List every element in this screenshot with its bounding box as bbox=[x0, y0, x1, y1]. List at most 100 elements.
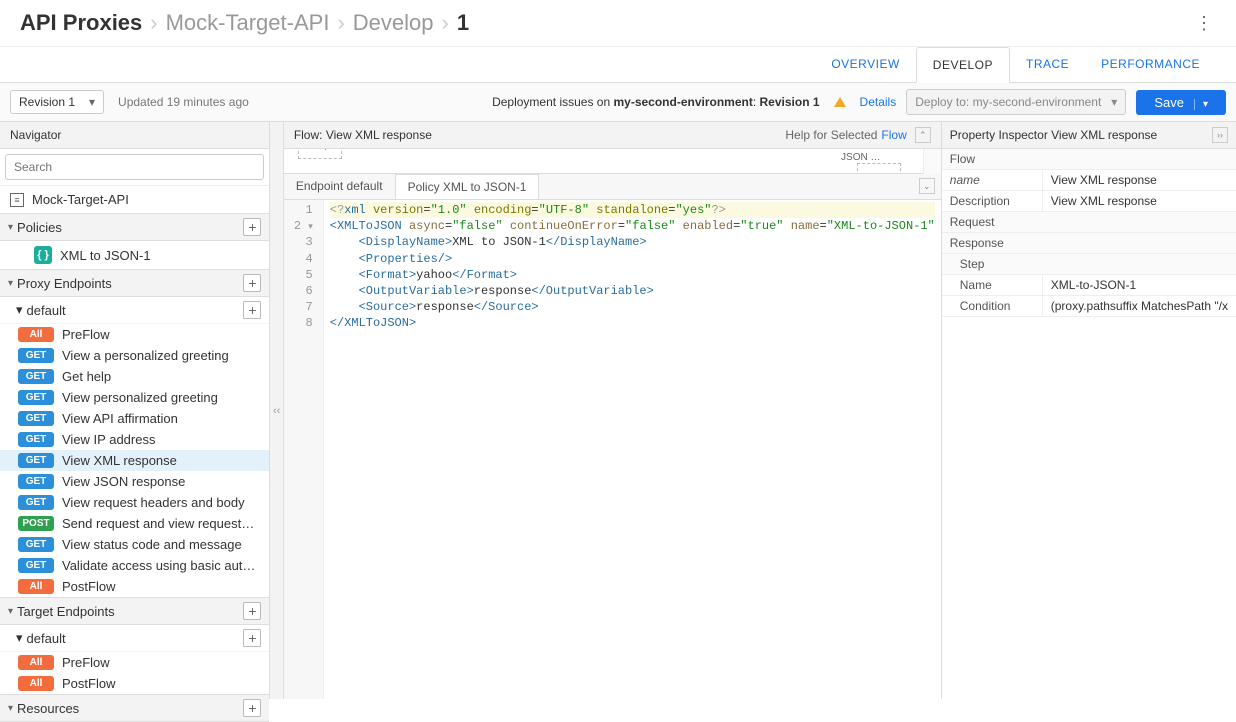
flow-label: View request headers and body bbox=[62, 495, 261, 510]
prop-name-key: name bbox=[942, 170, 1042, 190]
tab-overview[interactable]: OVERVIEW bbox=[815, 47, 915, 82]
breadcrumb-root[interactable]: API Proxies bbox=[20, 10, 142, 36]
target-endpoint-default[interactable]: ▾default + bbox=[0, 625, 269, 652]
collapse-code-button[interactable]: ⌄ bbox=[919, 178, 935, 194]
prop-condition-value[interactable]: (proxy.pathsuffix MatchesPath "/x bbox=[1042, 296, 1236, 316]
tab-develop[interactable]: DEVELOP bbox=[916, 47, 1010, 83]
flow-item[interactable]: GETView API affirmation bbox=[0, 408, 269, 429]
method-badge: GET bbox=[18, 432, 54, 447]
flow-item[interactable]: GETView IP address bbox=[0, 429, 269, 450]
caret-down-icon: ▾ bbox=[8, 222, 13, 233]
help-flow-link[interactable]: Flow bbox=[881, 128, 906, 142]
help-text: Help for SelectedFlow bbox=[785, 128, 906, 142]
flow-item[interactable]: GETView XML response bbox=[0, 450, 269, 471]
flow-editor: Flow: View XML response Help for Selecte… bbox=[284, 122, 942, 699]
method-badge: GET bbox=[18, 558, 54, 573]
last-updated-text: Updated 19 minutes ago bbox=[118, 95, 249, 109]
flow-item[interactable]: GETGet help bbox=[0, 366, 269, 387]
deployment-issue-text: Deployment issues on my-second-environme… bbox=[492, 95, 819, 109]
add-response-step-button[interactable]: +Step bbox=[298, 149, 342, 159]
flow-item[interactable]: All PreFlow bbox=[0, 324, 269, 345]
mode-tabs: OVERVIEW DEVELOP TRACE PERFORMANCE bbox=[0, 47, 1236, 83]
caret-down-icon: ▾ bbox=[8, 703, 13, 714]
save-button[interactable]: Save bbox=[1136, 90, 1226, 115]
method-badge: POST bbox=[18, 516, 54, 531]
proxy-endpoints-section[interactable]: ▾Proxy Endpoints + bbox=[0, 269, 269, 297]
revision-select[interactable]: Revision 1 bbox=[10, 90, 104, 114]
prop-step-name-value[interactable]: XML-to-JSON-1 bbox=[1042, 275, 1236, 295]
flow-item[interactable]: POST Send request and view request… bbox=[0, 513, 269, 534]
flow-label: View status code and message bbox=[62, 537, 261, 552]
flow-label: View API affirmation bbox=[62, 411, 261, 426]
method-badge: GET bbox=[18, 348, 54, 363]
add-proxy-endpoint-button[interactable]: + bbox=[243, 274, 261, 292]
method-badge: GET bbox=[18, 495, 54, 510]
policy-item[interactable]: { } XML to JSON-1 bbox=[0, 241, 269, 269]
deploy-to-select[interactable]: Deploy to: my-second-environment bbox=[906, 89, 1126, 115]
toolbar: Revision 1 Updated 19 minutes ago Deploy… bbox=[0, 83, 1236, 122]
expand-inspector-button[interactable]: ›› bbox=[1212, 127, 1228, 143]
prop-condition-key: Condition bbox=[942, 296, 1042, 316]
add-flow-button[interactable]: + bbox=[243, 301, 261, 319]
flow-item[interactable]: GETView JSON response bbox=[0, 471, 269, 492]
flow-label: Validate access using basic aut… bbox=[62, 558, 261, 573]
flow-label: Send request and view request… bbox=[62, 516, 261, 531]
prop-desc-key: Description bbox=[942, 191, 1042, 211]
add-request-step-button[interactable]: +Step bbox=[857, 163, 901, 174]
add-target-flow-button[interactable]: + bbox=[243, 629, 261, 647]
chevron-right-icon: › bbox=[150, 10, 157, 36]
tab-endpoint[interactable]: Endpoint default bbox=[284, 174, 396, 199]
prop-desc-value[interactable]: View XML response bbox=[1042, 191, 1236, 211]
flow-label: PostFlow bbox=[62, 676, 261, 691]
flow-item[interactable]: AllPostFlow bbox=[0, 673, 269, 694]
flow-label: View a personalized greeting bbox=[62, 348, 261, 363]
method-badge: All bbox=[18, 327, 54, 342]
caret-down-icon: ▾ bbox=[8, 606, 13, 617]
target-endpoints-section[interactable]: ▾Target Endpoints + bbox=[0, 597, 269, 625]
method-badge: GET bbox=[18, 369, 54, 384]
collapse-nav-button[interactable]: ‹‹ bbox=[270, 122, 283, 699]
prop-step-name-key: Name bbox=[942, 275, 1042, 295]
flow-label: View personalized greeting bbox=[62, 390, 261, 405]
resources-section[interactable]: ▾Resources + bbox=[0, 694, 269, 722]
caret-down-icon: ▾ bbox=[16, 630, 23, 646]
flow-title: Flow: View XML response bbox=[294, 128, 432, 142]
flow-item[interactable]: GETView personalized greeting bbox=[0, 387, 269, 408]
policies-section[interactable]: ▾Policies + bbox=[0, 213, 269, 241]
flow-item[interactable]: GET Validate access using basic aut… bbox=[0, 555, 269, 576]
breadcrumb-mode[interactable]: Develop bbox=[353, 10, 434, 36]
code-editor[interactable]: 1 2 ▾ 3 4 5 6 7 8 <?xml version="1.0" en… bbox=[284, 200, 941, 699]
more-menu-icon[interactable]: ⋮ bbox=[1192, 11, 1216, 35]
tab-performance[interactable]: PERFORMANCE bbox=[1085, 47, 1216, 82]
breadcrumb-item[interactable]: Mock-Target-API bbox=[166, 10, 330, 36]
flow-item[interactable]: GET View a personalized greeting bbox=[0, 345, 269, 366]
flow-label: PreFlow bbox=[62, 327, 261, 342]
collapse-canvas-button[interactable]: ⌃ bbox=[915, 127, 931, 143]
flow-item[interactable]: GET View status code and message bbox=[0, 534, 269, 555]
tab-trace[interactable]: TRACE bbox=[1010, 47, 1085, 82]
flow-label: PreFlow bbox=[62, 655, 261, 670]
flow-item[interactable]: AllPreFlow bbox=[0, 652, 269, 673]
search-input[interactable] bbox=[5, 154, 264, 180]
code-tabs: Endpoint default Policy XML to JSON-1 ⌄ bbox=[284, 174, 941, 200]
details-link[interactable]: Details bbox=[860, 95, 897, 109]
flow-policy-card[interactable]: ↓{ } XML to JSON … bbox=[839, 149, 883, 163]
method-badge: GET bbox=[18, 537, 54, 552]
caret-down-icon: ▾ bbox=[16, 302, 23, 318]
flow-item[interactable]: AllPostFlow bbox=[0, 576, 269, 597]
breadcrumb: API Proxies › Mock-Target-API › Develop … bbox=[20, 10, 469, 36]
flow-label: View JSON response bbox=[62, 474, 261, 489]
proxy-root[interactable]: ≡ Mock-Target-API bbox=[0, 186, 269, 213]
prop-name-value[interactable]: View XML response bbox=[1042, 170, 1236, 190]
add-target-endpoint-button[interactable]: + bbox=[243, 602, 261, 620]
add-policy-button[interactable]: + bbox=[243, 218, 261, 236]
breadcrumb-revision: 1 bbox=[457, 10, 469, 36]
flow-item[interactable]: GET View request headers and body bbox=[0, 492, 269, 513]
tab-policy[interactable]: Policy XML to JSON-1 bbox=[396, 174, 540, 199]
add-resource-button[interactable]: + bbox=[243, 699, 261, 717]
chevron-right-icon: › bbox=[337, 10, 344, 36]
xml-to-json-icon: { } bbox=[34, 246, 52, 264]
canvas-scrollbar[interactable] bbox=[923, 149, 941, 174]
proxy-endpoint-default[interactable]: ▾default + bbox=[0, 297, 269, 324]
method-badge: All bbox=[18, 579, 54, 594]
